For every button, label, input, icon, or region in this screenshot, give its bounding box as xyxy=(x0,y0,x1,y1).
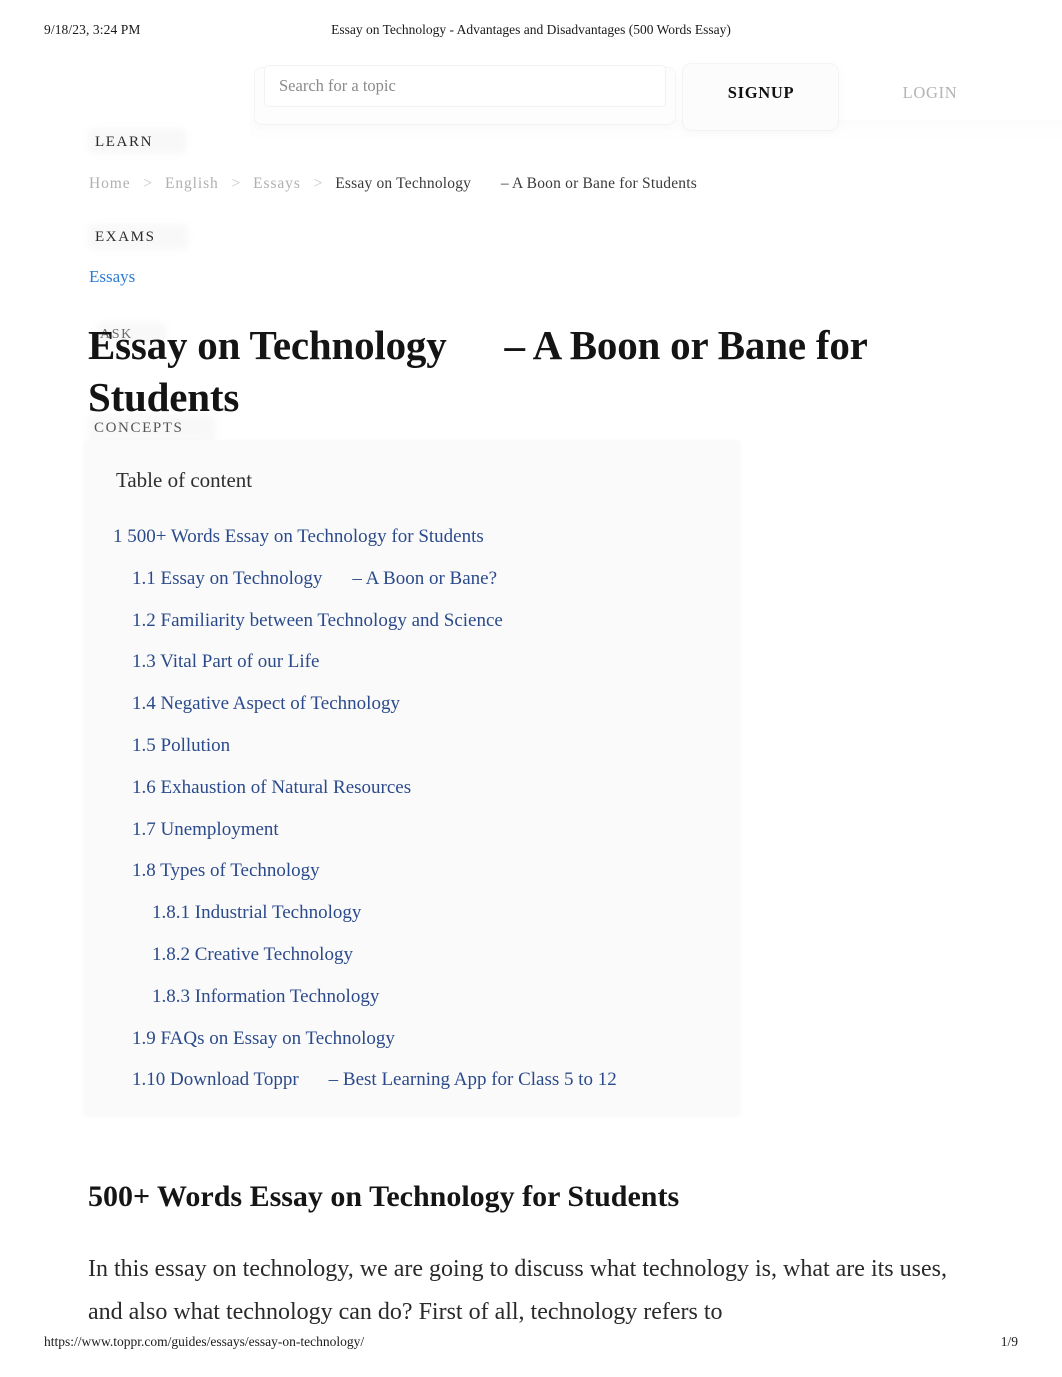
breadcrumb-separator: > xyxy=(143,175,153,192)
toc-item[interactable]: 1.8.2 Creative Technology xyxy=(0,934,740,976)
toc-item[interactable]: 1.10 Download Toppr – Best Learning App f… xyxy=(0,1059,740,1101)
toc-item-label: Negative Aspect of Technology xyxy=(160,693,400,715)
breadcrumb-separator: > xyxy=(231,175,241,192)
table-of-content-list: 1 500+ Words Essay on Technology for Stu… xyxy=(0,516,740,1101)
toc-item-label-tail: – Best Learning App for Class 5 to 12 xyxy=(328,1069,617,1091)
sidebar-item-exams[interactable]: EXAMS xyxy=(95,229,156,246)
toc-item-label: Download Toppr xyxy=(170,1069,299,1091)
toc-item-label: FAQs on Essay on Technology xyxy=(160,1027,395,1049)
sidebar-item-learn[interactable]: LEARN xyxy=(95,134,153,151)
toc-item-label: Exhaustion of Natural Resources xyxy=(160,776,412,798)
breadcrumb-item-english[interactable]: English xyxy=(165,175,219,192)
toc-item-number: 1.8 xyxy=(132,860,156,882)
toc-item-label-tail: – A Boon or Bane? xyxy=(352,567,498,589)
toc-item-label: Information Technology xyxy=(194,985,380,1007)
toc-item-number: 1.1 xyxy=(132,567,156,589)
page-title: Essay on Technology – A Boon or Bane for … xyxy=(88,319,978,423)
toc-item-number: 1.8.2 xyxy=(152,943,190,965)
toc-item-label: Essay on Technology xyxy=(160,567,323,589)
footer-page-number: 1/9 xyxy=(1000,1334,1018,1349)
toc-item-label: Unemployment xyxy=(160,818,279,840)
toc-item-label: Vital Part of our Life xyxy=(160,651,320,673)
breadcrumb: Home > English > Essays > Essay on Techn… xyxy=(89,175,697,193)
site-topbar: SIGNUP LOGIN xyxy=(250,58,1062,142)
toc-item-number: 1.5 xyxy=(132,734,156,756)
toc-item[interactable]: 1.8.1 Industrial Technology xyxy=(0,892,740,934)
toc-item[interactable]: 1 500+ Words Essay on Technology for Stu… xyxy=(0,516,740,558)
breadcrumb-current: Essay on Technology xyxy=(335,175,472,192)
toc-item[interactable]: 1.9 FAQs on Essay on Technology xyxy=(0,1018,740,1060)
toc-item-label: Industrial Technology xyxy=(194,902,362,924)
toc-item-number: 1.8.1 xyxy=(152,902,190,924)
toc-item[interactable]: 1.1 Essay on Technology – A Boon or Bane? xyxy=(0,558,740,600)
toc-item-number: 1.10 xyxy=(132,1069,166,1091)
toc-item[interactable]: 1.3 Vital Part of our Life xyxy=(0,641,740,683)
article-category-link[interactable]: Essays xyxy=(89,267,135,287)
toc-item-label: Creative Technology xyxy=(194,943,353,965)
body-paragraph: In this essay on technology, we are goin… xyxy=(88,1256,947,1325)
toc-item-label: Pollution xyxy=(160,734,231,756)
toc-item-label: Types of Technology xyxy=(160,860,320,882)
page-title-part1: Essay on Technology xyxy=(88,322,447,369)
toc-item[interactable]: 1.7 Unemployment xyxy=(0,809,740,851)
toc-item[interactable]: 1.4 Negative Aspect of Technology xyxy=(0,683,740,725)
toc-item-number: 1.4 xyxy=(132,693,156,715)
toc-item[interactable]: 1.8 Types of Technology xyxy=(0,850,740,892)
toc-item-number: 1.9 xyxy=(132,1027,156,1049)
toc-item-number: 1.7 xyxy=(132,818,156,840)
breadcrumb-separator: > xyxy=(313,175,323,192)
breadcrumb-item-essays[interactable]: Essays xyxy=(253,175,301,192)
breadcrumb-current-tail: – A Boon or Bane for Students xyxy=(500,175,697,192)
toc-item[interactable]: 1.2 Familiarity between Technology and S… xyxy=(0,600,740,642)
footer-url: https://www.toppr.com/guides/essays/essa… xyxy=(44,1334,365,1349)
toc-item[interactable]: 1.6 Exhaustion of Natural Resources xyxy=(0,767,740,809)
print-header: 9/18/23, 3:24 PM Essay on Technology - A… xyxy=(0,22,1062,44)
signup-button[interactable]: SIGNUP xyxy=(702,83,820,103)
toc-item-number: 1.6 xyxy=(132,776,156,798)
print-footer: https://www.toppr.com/guides/essays/essa… xyxy=(0,1334,1062,1354)
table-of-content-heading: Table of content xyxy=(116,468,253,492)
search-input[interactable] xyxy=(264,65,666,107)
toc-item-number: 1.3 xyxy=(132,651,156,673)
section-heading: 500+ Words Essay on Technology for Stude… xyxy=(88,1179,680,1213)
toc-item[interactable]: 1.5 Pollution xyxy=(0,725,740,767)
print-page: 9/18/23, 3:24 PM Essay on Technology - A… xyxy=(0,0,1062,1377)
toc-item-number: 1.8.3 xyxy=(152,985,190,1007)
toc-item-label: 500+ Words Essay on Technology for Stude… xyxy=(127,526,484,547)
breadcrumb-item-home[interactable]: Home xyxy=(89,175,130,192)
toc-item-number: 1 xyxy=(113,526,123,547)
toc-item-number: 1.2 xyxy=(132,609,156,631)
toc-item-label: Familiarity between Technology and Scien… xyxy=(160,609,503,631)
login-button[interactable]: LOGIN xyxy=(870,83,990,103)
print-document-title: Essay on Technology - Advantages and Dis… xyxy=(331,22,731,37)
toc-item[interactable]: 1.8.3 Information Technology xyxy=(0,976,740,1018)
